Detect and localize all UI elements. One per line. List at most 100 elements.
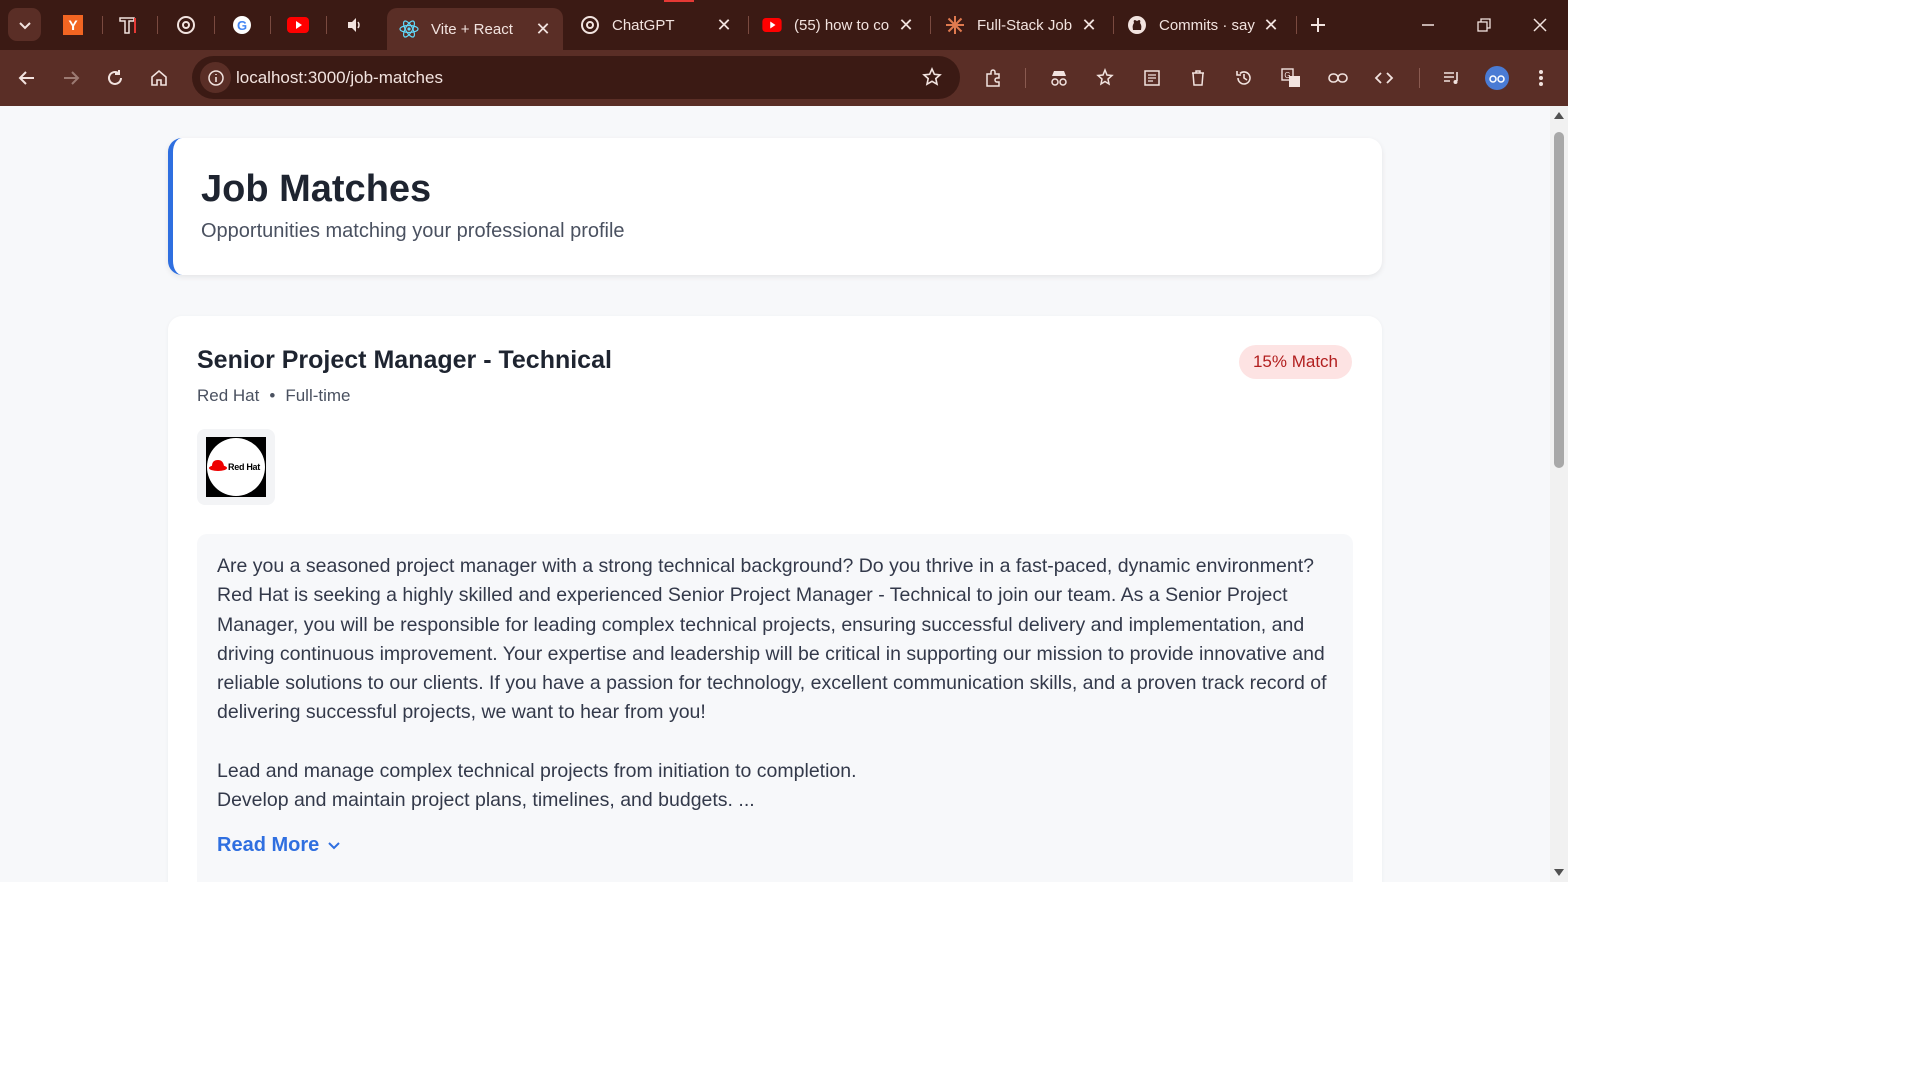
browser-toolbar: localhost:3000/job-matches G — [0, 50, 1568, 106]
trash-icon — [1192, 70, 1204, 86]
incognito-button[interactable] — [1043, 62, 1075, 94]
playlist-icon — [1444, 72, 1458, 84]
page-viewport: Job Matches Opportunities matching your … — [0, 106, 1550, 882]
job-meta: Red Hat • Full-time — [197, 386, 351, 406]
company-name: Red Hat — [197, 386, 260, 405]
description-line: Lead and manage complex technical projec… — [217, 760, 857, 782]
code-icon — [1374, 72, 1394, 84]
history-icon — [1236, 71, 1251, 85]
description-paragraph: Are you a seasoned project manager with … — [217, 555, 1327, 724]
youtube-icon — [287, 17, 309, 33]
youtube-icon — [762, 15, 782, 35]
plus-icon — [1311, 18, 1325, 32]
reload-button[interactable] — [99, 62, 131, 94]
company-logo: Red Hat — [197, 429, 275, 505]
arrow-right-icon — [64, 71, 80, 85]
bookmark-star-icon[interactable] — [922, 67, 942, 92]
translate-button[interactable]: G — [1275, 62, 1307, 94]
svg-text:G: G — [237, 18, 247, 33]
google-tab[interactable]: G — [229, 12, 255, 38]
close-icon — [1533, 18, 1547, 32]
forward-button[interactable] — [55, 62, 87, 94]
page-title: Job Matches — [201, 168, 432, 210]
minimize-icon — [1422, 24, 1434, 26]
translate-icon: G — [1281, 68, 1300, 87]
tab-youtube[interactable]: (55) how to co ✕ — [762, 0, 922, 50]
chatgpt-pinned-tab[interactable] — [173, 12, 199, 38]
close-icon[interactable]: ✕ — [533, 19, 553, 39]
google-icon: G — [233, 16, 251, 34]
new-tab-button[interactable] — [1298, 10, 1338, 40]
description-line: Develop and maintain project plans, time… — [217, 789, 755, 812]
red-hat-icon — [209, 460, 227, 471]
ycombinator-tab[interactable]: Y — [60, 12, 86, 38]
scroll-down-arrow[interactable] — [1554, 869, 1564, 876]
tab-chatgpt[interactable]: ChatGPT ✕ — [580, 0, 740, 50]
devtools-button[interactable] — [1368, 62, 1400, 94]
media-playing-indicator — [664, 0, 694, 2]
media-control-button[interactable] — [1436, 62, 1468, 94]
employment-type: Full-time — [285, 386, 351, 405]
chevron-down-icon — [328, 841, 340, 849]
incognito-icon — [1051, 71, 1067, 86]
minimize-button[interactable] — [1408, 10, 1448, 40]
puzzle-icon — [986, 69, 1000, 87]
match-badge: 15% Match — [1238, 345, 1352, 379]
url-text[interactable]: localhost:3000/job-matches — [236, 68, 443, 88]
job-title[interactable]: Senior Project Manager - Technical — [197, 346, 612, 375]
back-button[interactable] — [11, 62, 43, 94]
page-scrollbar[interactable] — [1550, 106, 1568, 882]
link-button[interactable] — [1322, 62, 1354, 94]
claude-icon — [945, 15, 965, 35]
scroll-up-arrow[interactable] — [1554, 112, 1564, 119]
restore-icon — [1477, 18, 1491, 32]
close-icon[interactable]: ✕ — [714, 15, 734, 35]
svg-text:G: G — [1284, 71, 1290, 80]
description-highlights: Lead and manage complex technical projec… — [217, 757, 1337, 816]
site-info-button[interactable] — [200, 62, 231, 93]
avatar-icon — [1489, 75, 1505, 83]
meta-separator: • — [269, 386, 276, 405]
tab-label: ChatGPT — [612, 16, 675, 34]
close-icon[interactable]: ✕ — [1261, 15, 1281, 35]
more-vertical-icon — [1539, 70, 1543, 86]
history-button[interactable] — [1228, 62, 1260, 94]
t-tab[interactable] — [116, 12, 142, 38]
profile-avatar[interactable] — [1485, 66, 1509, 90]
tab-label: Full-Stack Job — [977, 16, 1073, 34]
address-bar[interactable]: localhost:3000/job-matches — [192, 56, 960, 99]
tab-search-button[interactable] — [8, 8, 41, 41]
youtube-pinned-tab[interactable] — [285, 12, 311, 38]
speaker-icon — [348, 18, 360, 32]
menu-button[interactable] — [1525, 62, 1557, 94]
react-icon — [399, 19, 419, 39]
link-icon — [1328, 73, 1348, 83]
chevron-down-icon — [18, 21, 31, 29]
close-window-button[interactable] — [1520, 10, 1560, 40]
close-icon[interactable]: ✕ — [896, 15, 916, 35]
extensions-button[interactable] — [977, 62, 1009, 94]
reader-icon — [1144, 70, 1160, 86]
home-icon — [151, 69, 167, 86]
restore-button[interactable] — [1464, 10, 1504, 40]
page-header-card: Job Matches Opportunities matching your … — [168, 138, 1382, 275]
close-icon[interactable]: ✕ — [1079, 15, 1099, 35]
job-description: Are you a seasoned project manager with … — [197, 534, 1353, 882]
tab-commits[interactable]: Commits · sayy ✕ — [1127, 0, 1287, 50]
audio-tab[interactable] — [342, 12, 368, 38]
reading-mode-button[interactable] — [1136, 62, 1168, 94]
tab-vite-react[interactable]: Vite + React ✕ — [387, 8, 563, 50]
job-card[interactable]: Senior Project Manager - Technical 15% M… — [168, 316, 1382, 882]
arrow-left-icon — [18, 71, 34, 85]
info-icon — [207, 69, 224, 86]
github-icon — [1127, 15, 1147, 35]
scrollbar-thumb[interactable] — [1554, 132, 1564, 468]
page-subtitle: Opportunities matching your professional… — [201, 220, 625, 242]
home-button[interactable] — [143, 62, 175, 94]
reload-icon — [108, 70, 122, 85]
tab-fullstack-job[interactable]: Full-Stack Job ✕ — [945, 0, 1105, 50]
read-more-button[interactable]: Read More — [217, 834, 341, 857]
delete-button[interactable] — [1182, 62, 1214, 94]
read-more-label: Read More — [217, 834, 320, 856]
favorites-button[interactable] — [1089, 62, 1121, 94]
